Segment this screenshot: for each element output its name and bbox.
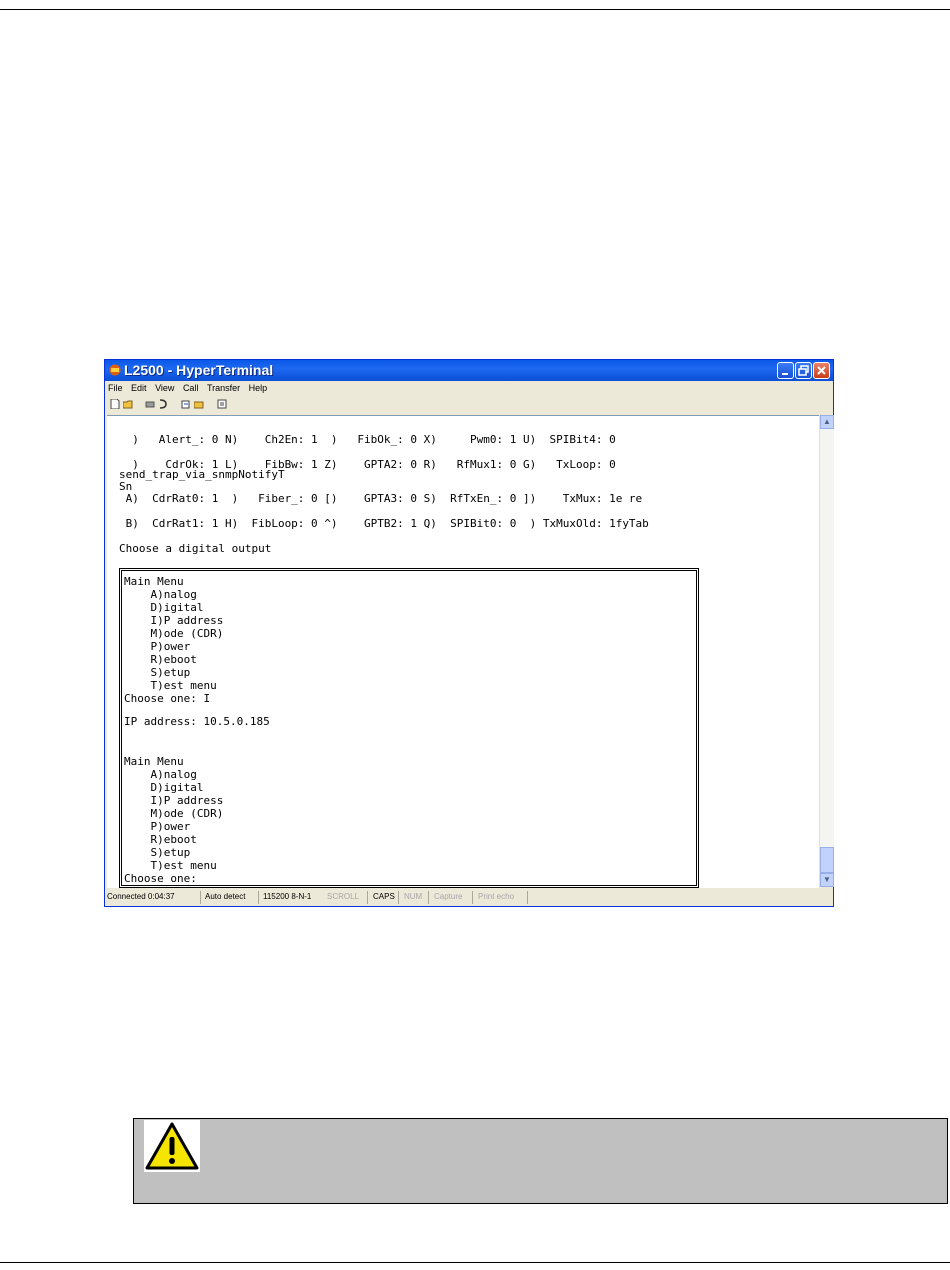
warning-icon bbox=[145, 1122, 199, 1170]
caps-indicator: CAPS bbox=[373, 892, 395, 901]
scroll-down-button[interactable]: ▼ bbox=[820, 873, 834, 887]
page-top-rule bbox=[0, 9, 950, 10]
menu-line: T)est menu bbox=[124, 679, 217, 692]
status-divider bbox=[472, 891, 473, 904]
menu-line: M)ode (CDR) bbox=[124, 627, 224, 640]
menu-line: A)nalog bbox=[124, 588, 197, 601]
detect-mode: Auto detect bbox=[205, 892, 246, 901]
num-indicator: NUM bbox=[404, 892, 423, 901]
menu-line: P)ower bbox=[124, 820, 191, 833]
warning-icon-frame bbox=[144, 1120, 200, 1172]
digital-output-prompt: Choose a digital output bbox=[119, 542, 272, 555]
hyperterminal-icon bbox=[109, 364, 121, 376]
minimize-button[interactable] bbox=[777, 362, 794, 379]
status-divider bbox=[398, 891, 399, 904]
menu-line: S)etup bbox=[124, 846, 191, 859]
status-divider bbox=[200, 891, 201, 904]
terminal-screen[interactable]: ) Alert_: 0 N) Ch2En: 1 ) FibOk_: 0 X) P… bbox=[107, 415, 819, 888]
menu-output-panel: Main Menu A)nalog D)igital I)P address M… bbox=[119, 568, 699, 888]
page-bottom-rule bbox=[0, 1262, 950, 1263]
send-icon[interactable] bbox=[181, 399, 191, 409]
menu-line: P)ower bbox=[124, 640, 191, 653]
window-title: L2500 - HyperTerminal bbox=[124, 362, 274, 378]
menu-line: D)igital bbox=[124, 781, 204, 794]
hyperterminal-window: L2500 - HyperTerminal File Edit View Cal… bbox=[104, 359, 834, 907]
port-settings: 115200 8-N-1 bbox=[263, 892, 312, 901]
menu-line: Main Menu bbox=[124, 755, 184, 768]
status-divider bbox=[527, 891, 528, 904]
scroll-up-button[interactable]: ▲ bbox=[820, 415, 834, 429]
warning-box bbox=[133, 1118, 948, 1204]
menu-line: Choose one: I bbox=[124, 692, 211, 705]
menu-line: A)nalog bbox=[124, 768, 197, 781]
print-echo-indicator: Print echo bbox=[478, 892, 515, 901]
status-row: B) CdrRat1: 1 H) FibLoop: 0 ^) GPTB2: 1 … bbox=[119, 517, 649, 530]
vertical-scrollbar[interactable]: ▲ ▼ bbox=[819, 415, 834, 887]
connection-time: Connected 0:04:37 bbox=[107, 892, 175, 901]
menu-block-2: Main Menu A)nalog D)igital I)P address M… bbox=[124, 755, 223, 885]
capture-indicator: Capture bbox=[434, 892, 463, 901]
title-bar[interactable]: L2500 - HyperTerminal bbox=[105, 360, 833, 381]
dial-icon[interactable] bbox=[158, 399, 168, 409]
new-icon[interactable] bbox=[110, 399, 120, 409]
menu-line: I)P address bbox=[124, 794, 224, 807]
status-divider bbox=[367, 891, 368, 904]
menu-help[interactable]: Help bbox=[249, 381, 268, 396]
menu-transfer[interactable]: Transfer bbox=[207, 381, 240, 396]
restore-button[interactable] bbox=[795, 362, 812, 379]
status-row: A) CdrRat0: 1 ) Fiber_: 0 [) GPTA3: 0 S)… bbox=[119, 492, 643, 505]
menu-block-1: Main Menu A)nalog D)igital I)P address M… bbox=[124, 575, 223, 705]
menu-line: T)est menu bbox=[124, 859, 217, 872]
disconnect-icon[interactable] bbox=[145, 399, 155, 409]
scroll-indicator: SCROLL bbox=[327, 892, 360, 901]
trap-line: send_trap_via_snmpNotifyT bbox=[119, 468, 285, 481]
menu-line: I)P address bbox=[124, 614, 224, 627]
properties-icon[interactable] bbox=[217, 399, 227, 409]
menu-call[interactable]: Call bbox=[183, 381, 199, 396]
menu-line: Main Menu bbox=[124, 575, 184, 588]
restore-icon bbox=[798, 365, 809, 376]
status-row: ) Alert_: 0 N) Ch2En: 1 ) FibOk_: 0 X) P… bbox=[119, 433, 616, 446]
menu-view[interactable]: View bbox=[155, 381, 174, 396]
menu-edit[interactable]: Edit bbox=[131, 381, 147, 396]
menu-bar: File Edit View Call Transfer Help bbox=[105, 381, 833, 396]
minimize-icon bbox=[782, 373, 788, 375]
scroll-thumb[interactable] bbox=[820, 847, 834, 873]
status-divider bbox=[428, 891, 429, 904]
menu-line: Choose one: bbox=[124, 872, 197, 885]
menu-line: D)igital bbox=[124, 601, 204, 614]
ip-address-line: IP address: 10.5.0.185 bbox=[124, 715, 270, 728]
receive-icon[interactable] bbox=[194, 399, 204, 409]
menu-line: M)ode (CDR) bbox=[124, 807, 224, 820]
menu-line: R)eboot bbox=[124, 833, 197, 846]
toolbar bbox=[105, 396, 833, 413]
close-button[interactable] bbox=[813, 362, 830, 379]
menu-file[interactable]: File bbox=[108, 381, 123, 396]
close-icon bbox=[817, 366, 826, 375]
open-icon[interactable] bbox=[123, 399, 133, 409]
status-bar: Connected 0:04:37 Auto detect 115200 8-N… bbox=[105, 889, 833, 906]
status-divider bbox=[258, 891, 259, 904]
menu-line: S)etup bbox=[124, 666, 191, 679]
menu-line: R)eboot bbox=[124, 653, 197, 666]
